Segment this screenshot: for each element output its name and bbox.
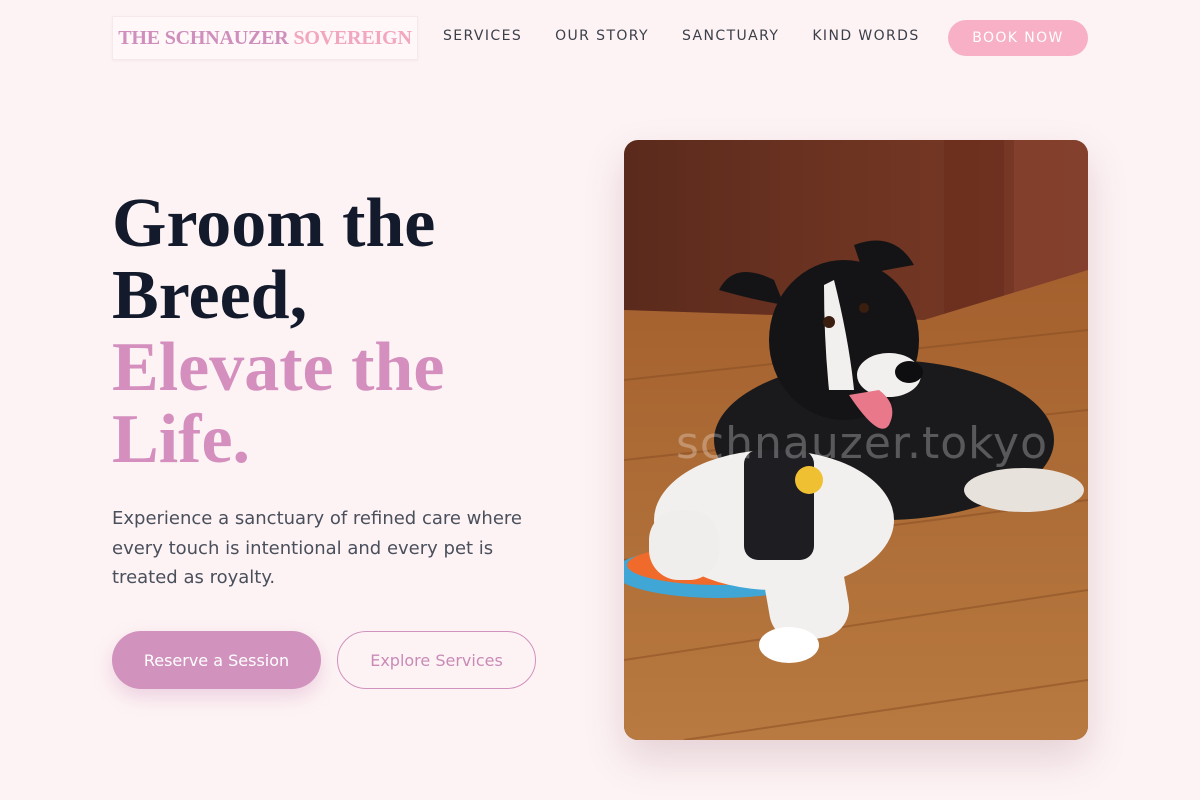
site-header: THE SCHNAUZER SOVEREIGN SERVICES OUR STO…: [112, 14, 1088, 62]
brand-logo[interactable]: THE SCHNAUZER SOVEREIGN: [112, 16, 418, 60]
explore-services-button[interactable]: Explore Services: [337, 631, 536, 689]
photo-watermark: schnauzer.tokyo: [676, 418, 1048, 469]
hero-title-accent-line2: Life.: [112, 401, 251, 478]
hero-subtitle: Experience a sanctuary of refined care w…: [112, 508, 522, 588]
nav-item-kind-words[interactable]: KIND WORDS: [812, 28, 919, 44]
main-nav: SERVICES OUR STORY SANCTUARY KIND WORDS: [443, 28, 953, 44]
hero-title-accent-line1: Elevate the: [112, 329, 445, 406]
nav-item-sanctuary[interactable]: SANCTUARY: [682, 28, 779, 44]
hero-title-line2: Breed,: [112, 257, 308, 334]
hero-title: Groom the Breed, Elevate the Life.: [112, 188, 572, 476]
reserve-session-button[interactable]: Reserve a Session: [112, 631, 321, 689]
book-now-button[interactable]: BOOK NOW: [948, 20, 1088, 56]
brand-name-part1: THE SCHNAUZER: [118, 26, 289, 49]
hero-title-line1: Groom the: [112, 185, 436, 262]
nav-item-services[interactable]: SERVICES: [443, 28, 522, 44]
nav-item-our-story[interactable]: OUR STORY: [555, 28, 649, 44]
brand-name-part2: SOVEREIGN: [293, 26, 412, 49]
